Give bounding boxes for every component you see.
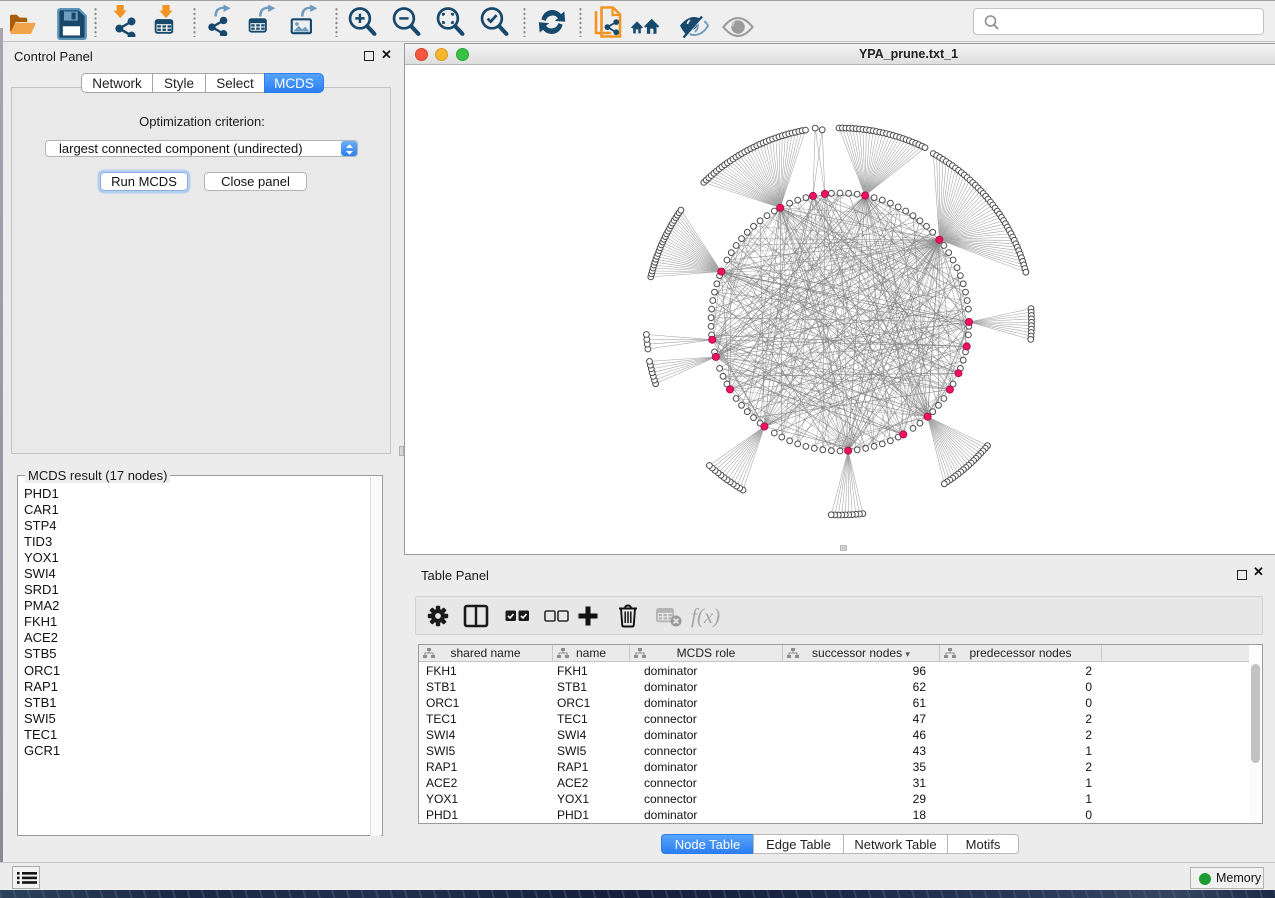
svg-text:f(x): f(x): [691, 604, 720, 628]
